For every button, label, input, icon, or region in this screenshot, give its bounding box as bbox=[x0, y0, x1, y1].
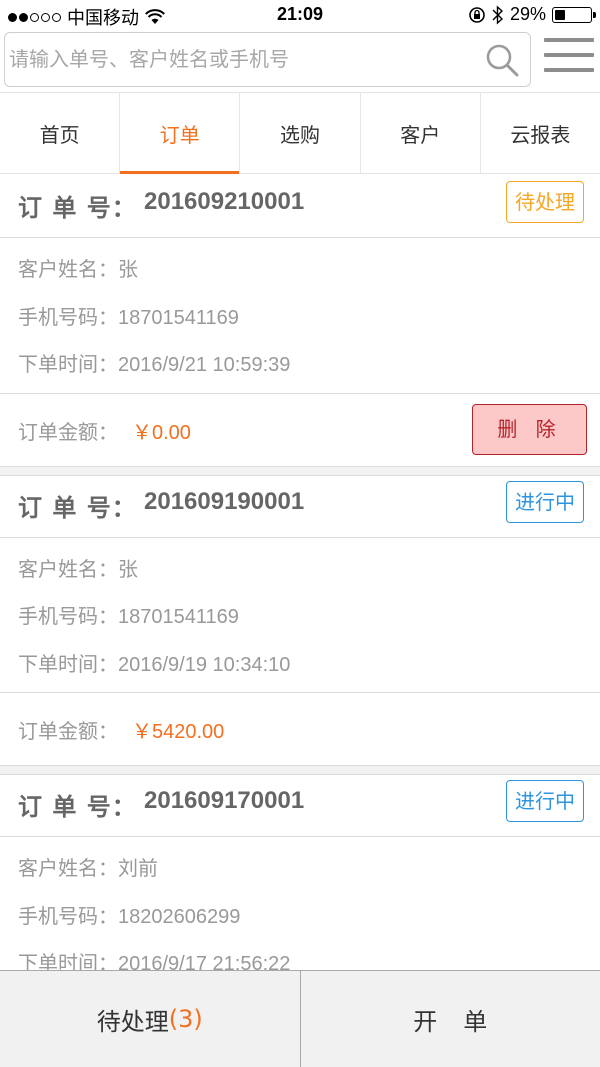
tab-item[interactable]: 首页 bbox=[0, 93, 121, 173]
order-time-label: 下单时间： bbox=[18, 651, 118, 676]
new-order-button[interactable]: 开单 bbox=[301, 971, 600, 1067]
tab-item[interactable]: 云报表 bbox=[481, 93, 600, 173]
order-number-label: 订 单 号： bbox=[18, 793, 137, 821]
battery-percent: 29% bbox=[509, 4, 546, 24]
order-card-footer: 订单金额： ￥5420.00 bbox=[0, 693, 600, 765]
phone-number-row: 手机号码：18202606299 bbox=[0, 893, 600, 941]
order-card-footer: 订单金额： ￥0.00 删 除 bbox=[0, 394, 600, 466]
pending-label: 待处理 bbox=[96, 1007, 169, 1036]
bottom-bar: 待处理 (3) 开单 bbox=[0, 970, 600, 1067]
order-number-label: 订 单 号： bbox=[18, 194, 137, 222]
order-card[interactable]: 订 单 号： 201609210001 待处理 客户姓名：张 手机号码：18701541… bbox=[0, 176, 600, 467]
customer-name-value: 张 bbox=[118, 259, 138, 281]
phone-number-label: 手机号码： bbox=[18, 903, 118, 928]
order-time-value: 2016/9/17 21:56:22 bbox=[118, 953, 291, 970]
phone-number-value: 18701541169 bbox=[118, 306, 239, 329]
order-number: 201609190001 bbox=[144, 487, 305, 515]
phone-number-value: 18202606299 bbox=[118, 905, 241, 928]
battery-icon bbox=[552, 6, 596, 23]
order-amount: ￥0.00 bbox=[132, 421, 191, 444]
order-card[interactable]: 订 单 号： 201609190001 进行中 客户姓名：张 手机号码：18701541… bbox=[0, 474, 600, 766]
search-box[interactable] bbox=[4, 32, 531, 87]
order-card-body: 客户姓名：张 手机号码：18701541169 下单时间：2016/9/21 10:… bbox=[0, 238, 600, 394]
order-time-row: 下单时间：2016/9/21 10:59:39 bbox=[0, 341, 600, 389]
status-bar: 中国移动 21:09 29% bbox=[0, 0, 600, 30]
order-number: 201609210001 bbox=[144, 188, 305, 215]
order-number: 201609170001 bbox=[144, 787, 305, 814]
tab-item[interactable]: 客户 bbox=[361, 93, 481, 173]
order-list[interactable]: 订 单 号： 201609210001 待处理 客户姓名：张 手机号码：18701541… bbox=[0, 176, 600, 970]
order-card-header: 订 单 号： 201609190001 进行中 bbox=[0, 476, 600, 538]
phone-number-row: 手机号码：18701541169 bbox=[0, 593, 600, 641]
order-card-header: 订 单 号： 201609170001 进行中 bbox=[0, 775, 600, 837]
delete-button[interactable]: 删 除 bbox=[472, 403, 587, 455]
customer-name-row: 客户姓名：刘前 bbox=[0, 845, 600, 893]
order-card-body: 客户姓名：刘前 手机号码：18202606299 下单时间：2016/9/17 21… bbox=[0, 837, 600, 970]
order-card-header: 订 单 号： 201609210001 待处理 bbox=[0, 176, 600, 238]
pending-orders-button[interactable]: 待处理 (3) bbox=[0, 971, 301, 1067]
tab-item[interactable]: 选购 bbox=[240, 93, 361, 173]
order-status-badge: 进行中 bbox=[506, 780, 584, 822]
tab-item[interactable]: 订单 bbox=[120, 93, 241, 174]
customer-name-value: 刘前 bbox=[118, 858, 158, 880]
phone-number-value: 18701541169 bbox=[118, 606, 239, 628]
order-amount-label: 订单金额： bbox=[18, 719, 118, 743]
bluetooth-icon bbox=[492, 4, 503, 25]
customer-name-label: 客户姓名： bbox=[18, 257, 118, 281]
order-time-row: 下单时间：2016/9/19 10:34:10 bbox=[0, 641, 600, 689]
search-input[interactable] bbox=[9, 33, 479, 85]
search-header bbox=[0, 30, 600, 92]
order-status-badge: 进行中 bbox=[506, 480, 584, 523]
search-icon[interactable] bbox=[484, 42, 520, 78]
order-amount: ￥5420.00 bbox=[132, 721, 225, 743]
rotation-lock-icon bbox=[469, 6, 485, 23]
order-time-value: 2016/9/19 10:34:10 bbox=[118, 653, 291, 676]
phone-number-label: 手机号码： bbox=[18, 304, 118, 329]
order-time-row: 下单时间：2016/9/17 21:56:22 bbox=[0, 940, 600, 970]
new-order-label: 开单 bbox=[413, 1007, 514, 1036]
order-card-body: 客户姓名：张 手机号码：18701541169 下单时间：2016/9/19 10:… bbox=[0, 538, 600, 693]
customer-name-row: 客户姓名：张 bbox=[0, 246, 600, 294]
menu-icon[interactable] bbox=[544, 38, 594, 80]
order-time-value: 2016/9/21 10:59:39 bbox=[118, 354, 291, 376]
phone-number-label: 手机号码： bbox=[18, 604, 118, 628]
order-amount-label: 订单金额： bbox=[18, 419, 118, 444]
customer-name-value: 张 bbox=[118, 558, 138, 581]
order-time-label: 下单时间： bbox=[18, 951, 118, 970]
customer-name-label: 客户姓名： bbox=[18, 856, 118, 880]
order-time-label: 下单时间： bbox=[18, 352, 118, 376]
battery-level bbox=[555, 9, 565, 20]
order-number-label: 订 单 号： bbox=[18, 493, 137, 522]
pending-count: (3) bbox=[168, 1005, 203, 1033]
customer-name-row: 客户姓名：张 bbox=[0, 546, 600, 594]
status-right: 29% bbox=[468, 4, 596, 25]
customer-name-label: 客户姓名： bbox=[18, 556, 118, 581]
nav-tabs: 首页 订单 选购 客户 云报表 bbox=[0, 92, 600, 174]
order-card[interactable]: 订 单 号： 201609170001 进行中 客户姓名：刘前 手机号码：1820260… bbox=[0, 774, 600, 970]
order-status-badge: 待处理 bbox=[506, 181, 584, 223]
phone-number-row: 手机号码：18701541169 bbox=[0, 294, 600, 342]
